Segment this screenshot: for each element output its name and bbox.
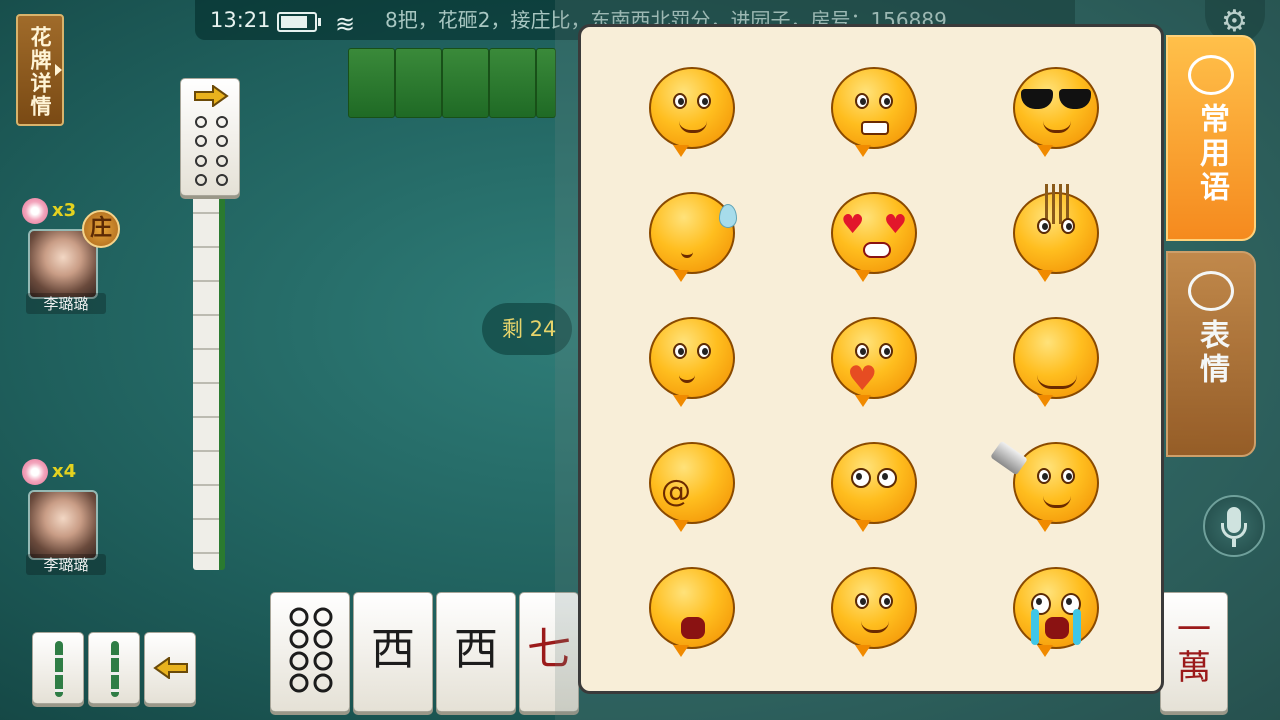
clock-time: 13:21 <box>210 8 271 32</box>
player-name: 李璐璐 <box>26 554 106 575</box>
chat-bubble-icon <box>1188 55 1234 95</box>
dealer-badge: 庄 <box>82 210 120 248</box>
flower-icon <box>22 198 48 224</box>
voice-chat-button[interactable] <box>1203 495 1265 557</box>
player-seat-2[interactable]: x4 李璐璐 <box>22 456 106 576</box>
opponent-tile-back <box>348 48 395 118</box>
hand-tile[interactable] <box>270 592 350 712</box>
opponent-tile-back <box>489 48 536 118</box>
tile-glyph: 西 <box>371 624 415 675</box>
tile-glyph: 一 萬 <box>1177 610 1211 688</box>
wifi-icon: ≋ <box>335 10 356 38</box>
smiley-icon <box>1188 271 1234 311</box>
emoji-smile[interactable] <box>965 295 1147 420</box>
emoji-praying-incense[interactable] <box>965 170 1147 295</box>
player-name: 李璐璐 <box>26 293 106 314</box>
emoji-peeking[interactable] <box>601 45 783 170</box>
opponent-tile-back <box>442 48 489 118</box>
hand-tile[interactable]: 西 <box>436 592 516 712</box>
emoji-panel: ♥ ♥ ♥ @ <box>578 24 1164 694</box>
emoji-dizzy[interactable]: @ <box>601 420 783 545</box>
arrow-left-icon <box>153 657 188 679</box>
emoji-angry-grit[interactable] <box>783 45 965 170</box>
arrow-tile <box>144 632 196 704</box>
battery-icon <box>277 12 321 32</box>
opponent-tile-back <box>536 48 556 118</box>
bamboo-tile <box>32 632 84 704</box>
tab-label: 常用语 <box>1194 103 1229 205</box>
emoji-shocked-tears[interactable] <box>965 545 1147 670</box>
arrow-right-icon <box>194 85 229 107</box>
emoji-cool-sunglasses[interactable] <box>965 45 1147 170</box>
opponent-tile-back <box>395 48 442 118</box>
emoji-crying-loud[interactable] <box>601 545 783 670</box>
hand-tile[interactable]: 西 <box>353 592 433 712</box>
bamboo-tile <box>88 632 140 704</box>
tile-glyph: 西 <box>454 624 498 675</box>
emoji-broken-heart[interactable]: ♥ <box>783 295 965 420</box>
emoji-thumbs-up[interactable] <box>601 295 783 420</box>
tab-label: 表情 <box>1194 319 1229 387</box>
avatar[interactable] <box>28 490 98 560</box>
chevron-right-icon <box>55 64 62 76</box>
tab-emoji[interactable]: 表情 <box>1166 251 1256 457</box>
flower-count: x4 <box>52 461 77 482</box>
flower-tile-details-button[interactable]: 花牌详情 <box>16 14 64 126</box>
circle-8-icon <box>289 607 333 693</box>
emoji-victory[interactable] <box>783 545 965 670</box>
hand-tile[interactable]: 一 萬 <box>1160 592 1228 712</box>
circle-tile-pattern <box>191 113 231 189</box>
flower-tile-details-label: 花牌详情 <box>28 26 52 118</box>
flower-icon <box>22 459 48 485</box>
left-wall-tiles <box>193 180 225 570</box>
flower-count: x3 <box>52 200 77 221</box>
tab-common-phrases[interactable]: 常用语 <box>1166 35 1256 241</box>
emoji-puppy-eyes[interactable] <box>783 420 965 545</box>
direction-tile <box>180 78 240 196</box>
emoji-heart-eyes[interactable]: ♥ ♥ <box>783 170 965 295</box>
emoji-sweat-sigh[interactable] <box>601 170 783 295</box>
emoji-knife-angry[interactable] <box>965 420 1147 545</box>
emoji-grid: ♥ ♥ ♥ @ <box>601 45 1147 670</box>
